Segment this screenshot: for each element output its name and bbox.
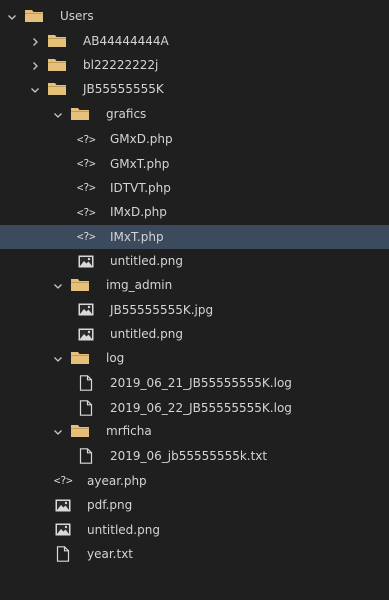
tree-file-row[interactable]: untitled.png — [0, 249, 389, 273]
tree-item-label: IMxD.php — [110, 205, 167, 220]
php-file-icon: <?> — [76, 205, 96, 219]
php-file-icon: <?> — [76, 157, 96, 171]
image-file-icon — [55, 499, 71, 512]
tree-file-row[interactable]: year.txt — [0, 542, 389, 566]
chevron-down-icon[interactable] — [53, 427, 63, 437]
tree-item-label: grafics — [106, 106, 147, 121]
image-file-icon — [78, 303, 94, 316]
folder-icon — [71, 107, 89, 120]
file-icon — [79, 375, 93, 391]
tree-item-label: AB44444444A — [83, 33, 169, 48]
tree-folder-row[interactable]: grafics — [0, 103, 389, 127]
tree-item-label: untitled.png — [110, 327, 183, 342]
tree-file-row[interactable]: pdf.png — [0, 493, 389, 517]
folder-icon — [71, 278, 89, 291]
tree-item-label: log — [106, 350, 125, 365]
tree-item-label: ayear.php — [87, 473, 147, 488]
tree-item-label: 2019_06_jb55555555k.txt — [110, 449, 268, 464]
tree-item-label: untitled.png — [87, 522, 160, 537]
folder-icon — [48, 58, 66, 71]
chevron-down-icon[interactable] — [53, 281, 63, 291]
chevron-down-icon[interactable] — [7, 12, 17, 22]
tree-folder-row[interactable]: log — [0, 347, 389, 371]
chevron-down-icon[interactable] — [30, 85, 40, 95]
tree-item-label: bl22222222j — [83, 57, 159, 72]
tree-file-row[interactable]: <?> IMxT.php — [0, 224, 389, 249]
file-icon — [79, 448, 93, 465]
tree-item-label: 2019_06_21_JB55555555K.log — [110, 376, 292, 391]
tree-folder-row[interactable]: bl22222222j — [0, 54, 389, 78]
tree-item-label: IDTVT.php — [110, 180, 171, 195]
php-file-icon: <?> — [53, 474, 73, 488]
tree-file-row[interactable]: <?> GMxD.php — [0, 127, 389, 151]
php-file-icon: <?> — [76, 181, 96, 195]
tree-file-row[interactable]: untitled.png — [0, 517, 389, 541]
file-icon — [79, 399, 93, 416]
php-file-icon: <?> — [76, 132, 96, 146]
tree-item-label: mrficha — [106, 423, 152, 438]
image-file-icon — [78, 328, 94, 341]
tree-item-label: JB55555555K — [83, 82, 164, 97]
tree-item-label: year.txt — [87, 546, 133, 561]
folder-icon — [48, 34, 66, 47]
chevron-right-icon[interactable] — [30, 37, 40, 47]
tree-item-label: GMxT.php — [110, 156, 170, 171]
tree-folder-row[interactable]: mrficha — [0, 420, 389, 444]
tree-item-label: JB55555555K.jpg — [110, 302, 214, 317]
file-icon — [56, 546, 70, 562]
tree-folder-row[interactable]: img_admin — [0, 273, 389, 297]
tree-file-row[interactable]: JB55555555K.jpg — [0, 298, 389, 322]
tree-item-label: untitled.png — [110, 254, 183, 269]
tree-item-label: GMxD.php — [110, 132, 173, 147]
folder-icon — [25, 10, 43, 23]
tree-file-row[interactable]: <?> GMxT.php — [0, 151, 389, 175]
folder-icon — [71, 424, 89, 437]
image-file-icon — [55, 523, 71, 536]
tree-item-label: img_admin — [106, 277, 173, 292]
tree-folder-row[interactable]: Users — [0, 5, 389, 29]
tree-file-row[interactable]: 2019_06_jb55555555k.txt — [0, 444, 389, 468]
tree-item-label: IMxT.php — [110, 229, 164, 244]
chevron-down-icon[interactable] — [53, 110, 63, 120]
tree-file-row[interactable]: <?> ayear.php — [0, 469, 389, 493]
chevron-down-icon[interactable] — [53, 354, 63, 364]
file-tree: Users AB44444444A bl22222222j JB55555555K gr… — [0, 0, 389, 600]
tree-folder-row[interactable]: AB44444444A — [0, 29, 389, 53]
chevron-right-icon[interactable] — [30, 61, 40, 71]
tree-item-label: pdf.png — [87, 498, 133, 513]
folder-icon — [71, 351, 89, 364]
php-file-icon: <?> — [76, 230, 96, 244]
tree-file-row[interactable]: 2019_06_22_JB55555555K.log — [0, 395, 389, 419]
image-file-icon — [78, 255, 94, 268]
folder-icon — [48, 83, 66, 96]
tree-item-label: Users — [60, 9, 94, 24]
tree-file-row[interactable]: <?> IDTVT.php — [0, 176, 389, 200]
tree-folder-row[interactable]: JB55555555K — [0, 78, 389, 102]
tree-file-row[interactable]: 2019_06_21_JB55555555K.log — [0, 371, 389, 395]
tree-file-row[interactable]: <?> IMxD.php — [0, 200, 389, 224]
tree-file-row[interactable]: untitled.png — [0, 322, 389, 346]
tree-item-label: 2019_06_22_JB55555555K.log — [110, 400, 292, 415]
